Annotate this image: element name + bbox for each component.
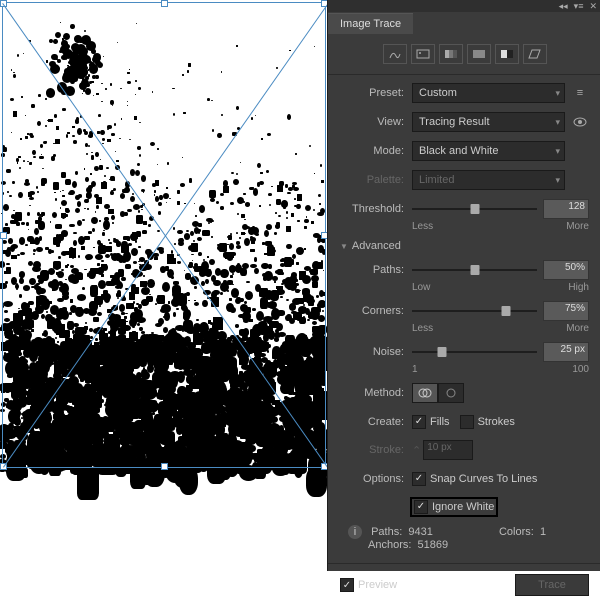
ignore-white-label: Ignore White xyxy=(432,501,494,513)
stat-anchors-value: 51869 xyxy=(418,539,449,551)
paths-label: Paths: xyxy=(340,264,412,276)
threshold-label: Threshold: xyxy=(340,203,412,215)
corners-slider[interactable] xyxy=(412,303,537,319)
preset-auto-color-icon[interactable] xyxy=(383,44,407,64)
palette-label: Palette: xyxy=(340,174,412,186)
snap-curves-label: Snap Curves To Lines xyxy=(430,473,537,485)
preset-label: Preset: xyxy=(340,87,412,99)
flyout-left-icon[interactable]: ◂◂ xyxy=(559,1,568,12)
strokes-label: Strokes xyxy=(478,416,515,428)
stat-anchors-label: Anchors: xyxy=(368,539,411,551)
threshold-low-label: Less xyxy=(412,221,433,232)
preset-high-color-icon[interactable] xyxy=(411,44,435,64)
stat-paths-value: 9431 xyxy=(408,526,432,538)
stat-paths-label: Paths: xyxy=(371,526,402,538)
panel-header: ◂◂ ▾≡ ✕ xyxy=(328,0,600,12)
corners-low-label: Less xyxy=(412,323,433,334)
view-dropdown[interactable]: Tracing Result xyxy=(412,112,565,132)
palette-dropdown: Limited xyxy=(412,170,565,190)
view-eye-icon[interactable] xyxy=(571,117,589,127)
method-label: Method: xyxy=(340,387,412,399)
mode-label: Mode: xyxy=(340,145,412,157)
close-panel-icon[interactable]: ✕ xyxy=(589,1,597,12)
paths-value[interactable]: 50% xyxy=(543,260,589,280)
corners-value[interactable]: 75% xyxy=(543,301,589,321)
strokes-checkbox[interactable] xyxy=(460,415,474,429)
stat-colors-label: Colors: xyxy=(499,526,534,538)
canvas-area[interactable]: // generated splats inserted below via p… xyxy=(0,0,327,571)
trace-preset-icons xyxy=(328,34,600,75)
stat-colors-value: 1 xyxy=(540,526,546,538)
create-label: Create: xyxy=(340,416,412,428)
paths-low-label: Low xyxy=(412,282,430,293)
view-label: View: xyxy=(340,116,412,128)
noise-low-label: 1 xyxy=(412,364,418,375)
preview-checkbox[interactable]: ✓ xyxy=(340,578,354,592)
preset-menu-icon[interactable]: ≡ xyxy=(571,87,589,99)
preset-outline-icon[interactable] xyxy=(523,44,547,64)
trace-button: Trace xyxy=(515,574,589,596)
noise-label: Noise: xyxy=(340,346,412,358)
panel-tab-bar: Image Trace xyxy=(328,12,600,34)
fills-label: Fills xyxy=(430,416,450,428)
threshold-value[interactable]: 128 xyxy=(543,199,589,219)
tab-image-trace[interactable]: Image Trace xyxy=(328,13,413,34)
method-overlapping-icon[interactable] xyxy=(438,383,464,403)
snap-curves-checkbox[interactable]: ✓ xyxy=(412,472,426,486)
preset-dropdown[interactable]: Custom xyxy=(412,83,565,103)
paths-slider[interactable] xyxy=(412,262,537,278)
preview-label: Preview xyxy=(358,579,397,591)
noise-value[interactable]: 25 px xyxy=(543,342,589,362)
image-trace-panel: ◂◂ ▾≡ ✕ Image Trace Preset: Custom ≡ Vie… xyxy=(327,0,600,571)
corners-high-label: More xyxy=(566,323,589,334)
mode-dropdown[interactable]: Black and White xyxy=(412,141,565,161)
flyout-menu-icon[interactable]: ▾≡ xyxy=(574,1,584,12)
traced-artwork[interactable]: // generated splats inserted below via p… xyxy=(2,2,324,468)
preset-grayscale-icon[interactable] xyxy=(467,44,491,64)
threshold-high-label: More xyxy=(566,221,589,232)
info-icon: i xyxy=(348,525,362,539)
stroke-value: 10 px xyxy=(423,440,473,460)
fills-checkbox[interactable]: ✓ xyxy=(412,415,426,429)
noise-high-label: 100 xyxy=(572,364,589,375)
stroke-label: Stroke: xyxy=(340,444,412,456)
threshold-slider[interactable] xyxy=(412,201,537,217)
preset-low-color-icon[interactable] xyxy=(439,44,463,64)
noise-slider[interactable] xyxy=(412,344,537,360)
paths-high-label: High xyxy=(568,282,589,293)
advanced-section-toggle[interactable]: Advanced xyxy=(340,240,589,252)
corners-label: Corners: xyxy=(340,305,412,317)
preset-black-white-icon[interactable] xyxy=(495,44,519,64)
method-abutting-icon[interactable] xyxy=(412,383,438,403)
options-label: Options: xyxy=(340,473,412,485)
ignore-white-checkbox[interactable]: ✓ xyxy=(414,500,428,514)
